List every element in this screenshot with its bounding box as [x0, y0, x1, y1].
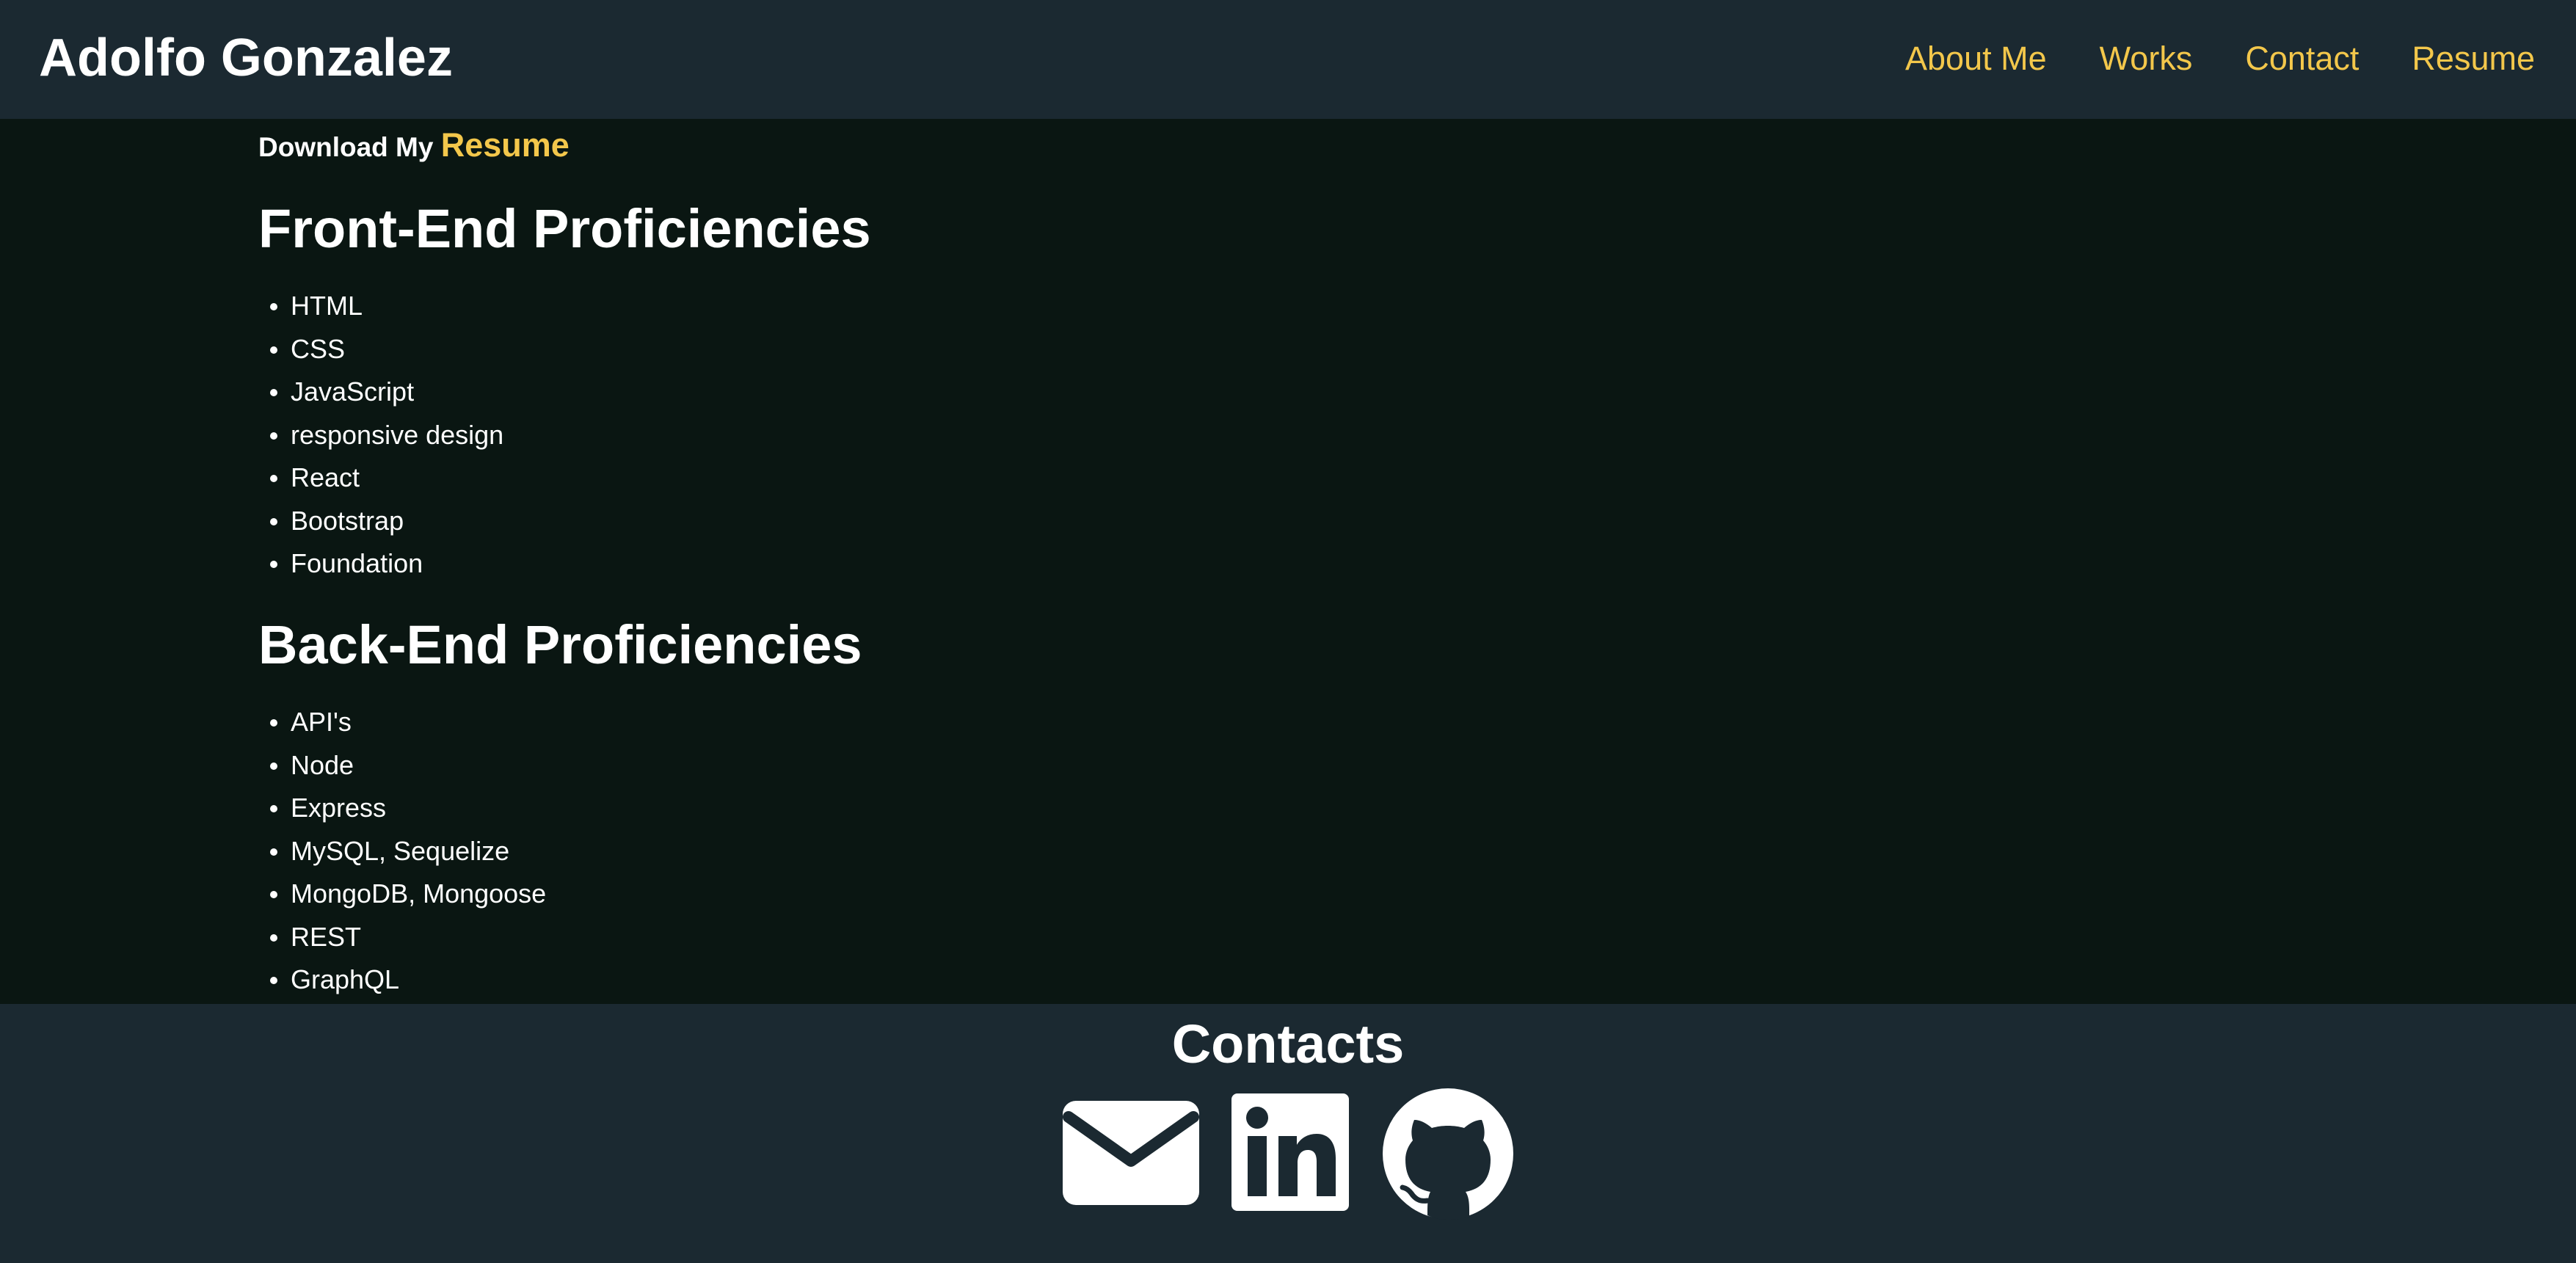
linkedin-icon[interactable] — [1231, 1093, 1349, 1215]
site-brand[interactable]: Adolfo Gonzalez — [39, 25, 453, 91]
backend-item: API's — [258, 701, 546, 744]
backend-item: MySQL, Sequelize — [258, 830, 546, 873]
main-content: Download My Resume Front-End Proficienci… — [0, 119, 2576, 1004]
frontend-title: Front-End Proficiencies — [258, 198, 871, 259]
frontend-item: CSS — [258, 328, 503, 371]
frontend-item: Bootstrap — [258, 500, 503, 543]
frontend-item: JavaScript — [258, 371, 503, 414]
nav-link-works[interactable]: Works — [2100, 37, 2193, 81]
nav-link-contact[interactable]: Contact — [2245, 37, 2359, 81]
backend-item: GraphQL — [258, 958, 546, 1002]
backend-title: Back-End Proficiencies — [258, 614, 862, 675]
contacts-title: Contacts — [1171, 1013, 1405, 1074]
backend-item: MongoDB, Mongoose — [258, 873, 546, 916]
download-prefix: Download My — [258, 132, 434, 162]
github-icon[interactable] — [1382, 1088, 1514, 1223]
contact-icons — [1063, 1088, 1514, 1226]
frontend-item: React — [258, 456, 503, 500]
backend-item: Node — [258, 744, 546, 787]
backend-item: REST — [258, 916, 546, 959]
envelope-icon[interactable] — [1063, 1101, 1199, 1209]
site-footer: Contacts — [0, 1004, 2576, 1263]
nav-link-resume[interactable]: Resume — [2412, 37, 2535, 81]
frontend-item: responsive design — [258, 414, 503, 457]
download-resume-link[interactable]: Resume — [441, 126, 570, 164]
backend-list: API's Node Express MySQL, Sequelize MongoDB,… — [258, 701, 546, 1002]
nav-link-about-me[interactable]: About Me — [1905, 37, 2047, 81]
main-nav: About Me Works Contact Resume — [1905, 37, 2535, 81]
frontend-list: HTML CSS JavaScript responsive design React B… — [258, 285, 503, 586]
site-header: Adolfo Gonzalez About Me Works Contact R… — [0, 0, 2576, 119]
frontend-item: Foundation — [258, 542, 503, 586]
frontend-item: HTML — [258, 285, 503, 328]
download-resume-line: Download My Resume — [258, 123, 570, 170]
backend-item: Express — [258, 787, 546, 830]
